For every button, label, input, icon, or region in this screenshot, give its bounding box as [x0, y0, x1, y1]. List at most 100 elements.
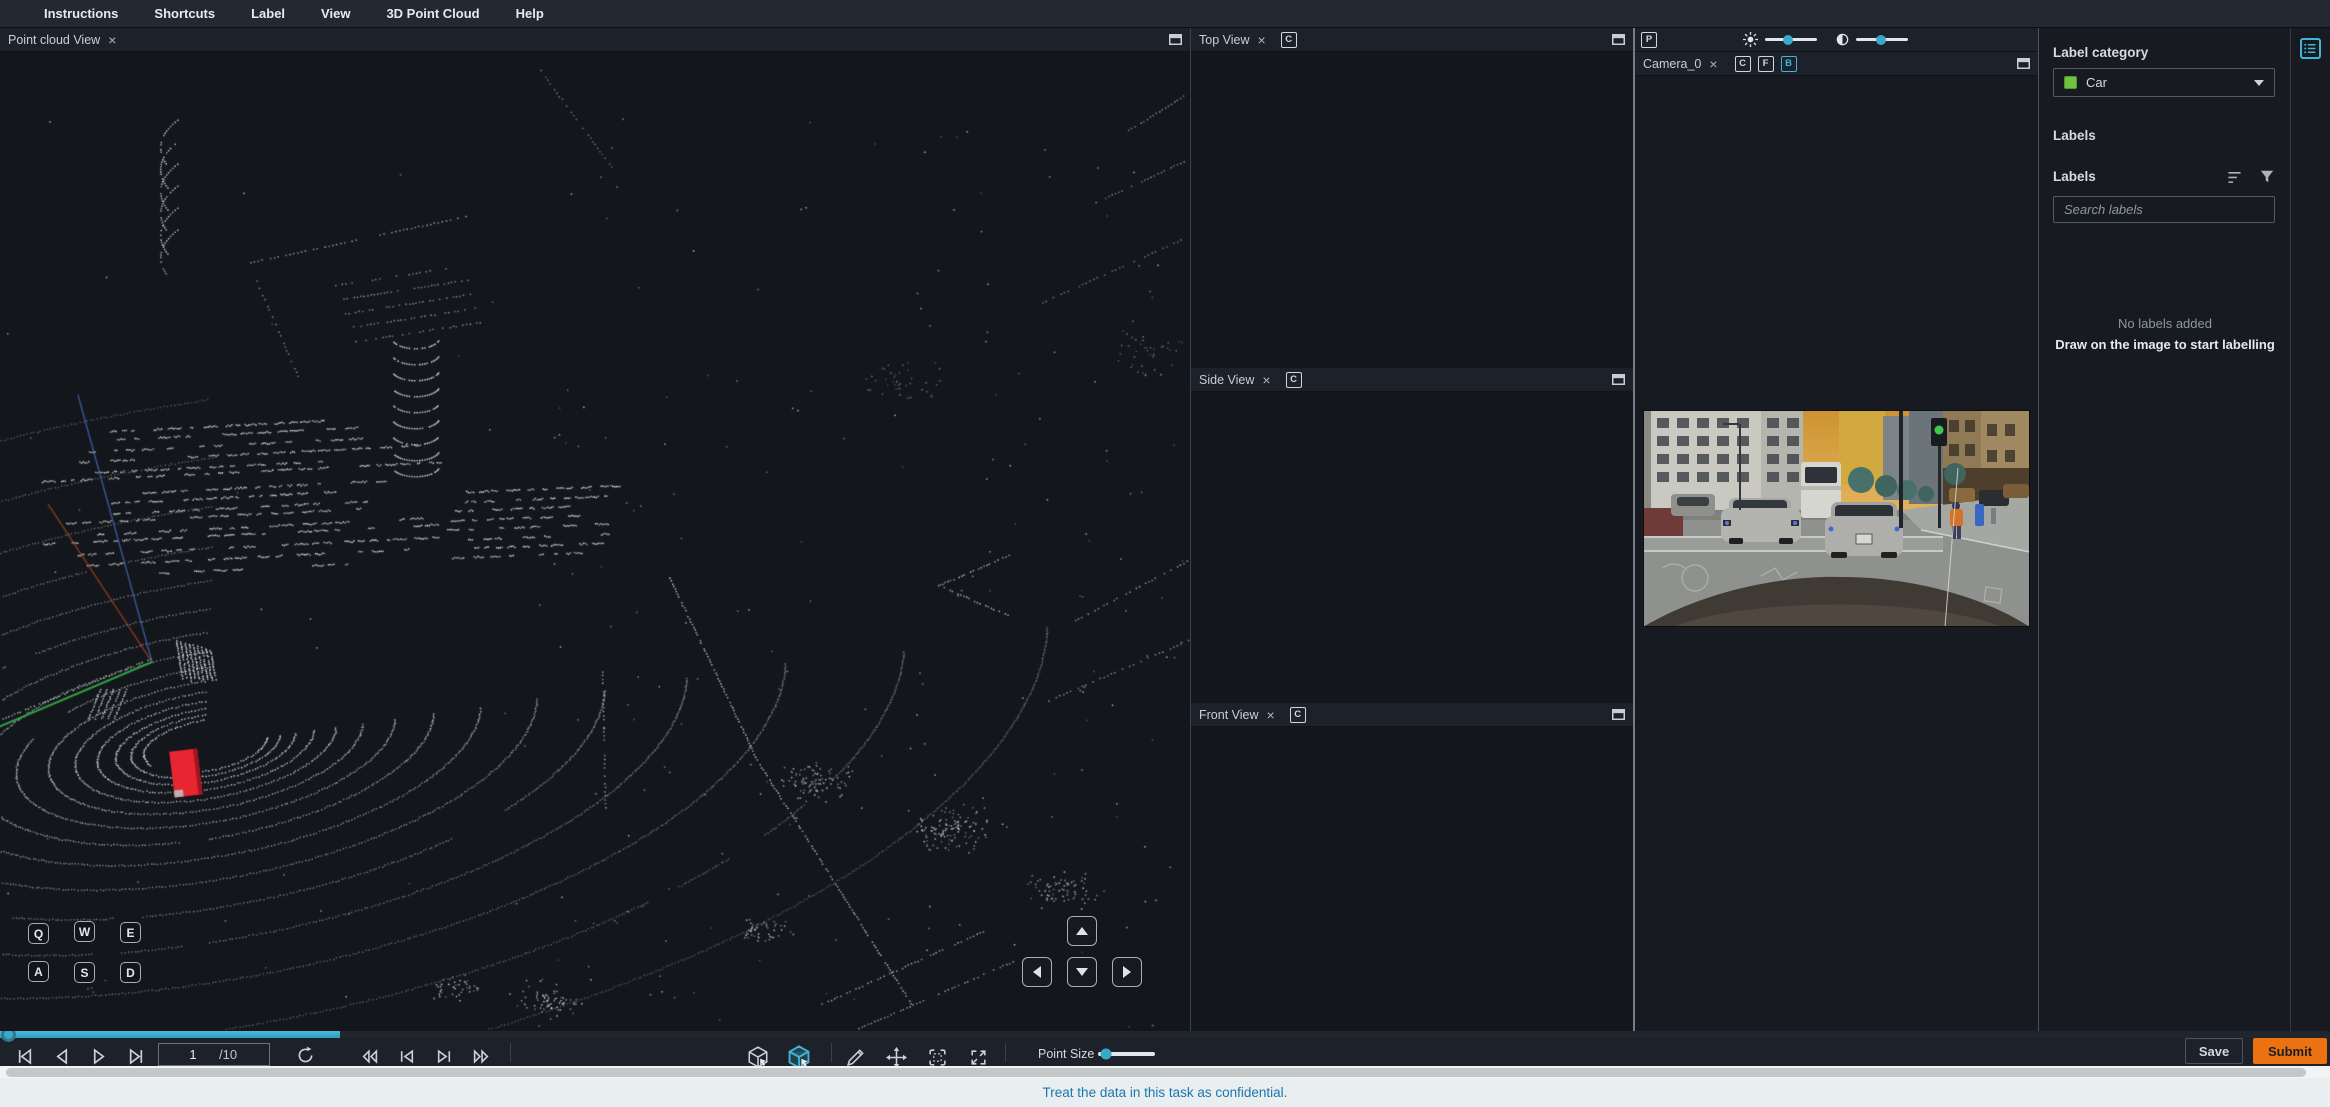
- top-view-camera-button[interactable]: C: [1280, 31, 1297, 48]
- cuboid-select-tool-button[interactable]: [746, 1045, 770, 1066]
- label-sidebar: Label category Car Labels Labels No labe…: [2038, 28, 2330, 1031]
- close-icon[interactable]: ×: [1709, 57, 1717, 71]
- brightness-slider-thumb[interactable]: [1783, 34, 1794, 45]
- move-tool-button[interactable]: [886, 1047, 907, 1066]
- bottom-toolbar: /10 Point Size: [0, 1031, 2330, 1066]
- skip-to-last-frame-button[interactable]: [126, 1048, 146, 1065]
- reframe-tool-button[interactable]: [927, 1047, 948, 1066]
- menu-shortcuts[interactable]: Shortcuts: [154, 6, 215, 21]
- front-view-panel: Front View × C: [1191, 703, 1633, 1031]
- horizontal-scrollbar[interactable]: [0, 1066, 2330, 1078]
- point-cloud-title: Point cloud View: [8, 32, 101, 47]
- close-icon[interactable]: ×: [1267, 708, 1275, 722]
- frame-seek-bar[interactable]: [0, 1031, 2330, 1042]
- skip-to-first-frame-button[interactable]: [15, 1048, 35, 1065]
- key-w[interactable]: W: [74, 921, 95, 942]
- empty-state-title: No labels added: [2118, 316, 2212, 331]
- right-arrow-icon: [1123, 966, 1131, 978]
- fullscreen-tool-button[interactable]: [968, 1047, 989, 1066]
- label-category-dropdown[interactable]: Car: [2053, 68, 2275, 97]
- horizontal-scrollbar-thumb[interactable]: [6, 1067, 2306, 1077]
- camera-b-button[interactable]: B: [1780, 55, 1797, 72]
- label-sidebar-content: Label category Car Labels Labels No labe…: [2039, 28, 2291, 1031]
- labels-panel-toggle-button[interactable]: [2300, 38, 2321, 59]
- projection-button[interactable]: P: [1641, 31, 1657, 48]
- maximize-icon[interactable]: [1612, 709, 1625, 720]
- point-size-slider[interactable]: [1098, 1048, 1155, 1060]
- rewind-button[interactable]: [360, 1048, 380, 1065]
- confidential-message: Treat the data in this task as confident…: [1042, 1085, 1288, 1100]
- close-icon[interactable]: ×: [108, 33, 116, 47]
- contrast-slider[interactable]: [1856, 34, 1908, 45]
- edit-tool-button[interactable]: [845, 1047, 866, 1066]
- side-view-camera-button[interactable]: C: [1285, 371, 1302, 388]
- brightness-slider[interactable]: [1765, 34, 1817, 45]
- toolbar-divider: [510, 1043, 511, 1062]
- pan-up-button[interactable]: [1067, 916, 1097, 946]
- close-icon[interactable]: ×: [1262, 373, 1270, 387]
- side-view-title: Side View: [1199, 372, 1255, 387]
- pan-down-button[interactable]: [1067, 957, 1097, 987]
- menu-view[interactable]: View: [321, 6, 350, 21]
- previous-frame-button[interactable]: [397, 1048, 417, 1065]
- key-a[interactable]: A: [28, 961, 49, 982]
- camera-controls-row: P: [1635, 28, 2038, 52]
- frame-input[interactable]: [167, 1046, 219, 1063]
- camera-viewport[interactable]: [1635, 76, 2038, 1031]
- cuboid-draw-tool-button[interactable]: [786, 1044, 812, 1066]
- labels-empty-state: No labels added Draw on the image to sta…: [2039, 316, 2291, 352]
- contrast-slider-thumb[interactable]: [1875, 34, 1886, 45]
- front-view-header: Front View × C: [1191, 703, 1633, 727]
- label-category-heading: Label category: [2053, 45, 2149, 60]
- confidential-footer: Treat the data in this task as confident…: [0, 1078, 2330, 1107]
- key-q[interactable]: Q: [28, 923, 49, 944]
- key-d[interactable]: D: [120, 962, 141, 983]
- menu-label[interactable]: Label: [251, 6, 285, 21]
- pan-left-button[interactable]: [1022, 957, 1052, 987]
- save-button[interactable]: Save: [2185, 1038, 2243, 1064]
- point-cloud-panel: Point cloud View × Q W E A S D: [0, 28, 1190, 1031]
- play-button[interactable]: [89, 1048, 109, 1065]
- camera-image[interactable]: [1643, 410, 2031, 628]
- point-cloud-canvas[interactable]: [0, 52, 1190, 1031]
- front-view-viewport[interactable]: [1191, 727, 1633, 1031]
- side-view-viewport[interactable]: [1191, 392, 1633, 703]
- submit-button[interactable]: Submit: [2253, 1038, 2327, 1064]
- point-size-slider-thumb[interactable]: [1100, 1048, 1112, 1060]
- pan-right-button[interactable]: [1112, 957, 1142, 987]
- loop-icon[interactable]: [296, 1046, 315, 1065]
- frame-total: /10: [219, 1047, 238, 1062]
- next-frame-button[interactable]: [434, 1048, 454, 1065]
- point-cloud-header: Point cloud View ×: [0, 28, 1190, 52]
- maximize-icon[interactable]: [1612, 34, 1625, 45]
- maximize-icon[interactable]: [1612, 374, 1625, 385]
- point-cloud-viewport[interactable]: Q W E A S D: [0, 52, 1190, 1031]
- maximize-icon[interactable]: [2017, 58, 2030, 69]
- frame-progress-fill: [0, 1031, 340, 1038]
- menu-help[interactable]: Help: [516, 6, 544, 21]
- frame-seek-thumb[interactable]: [1, 1031, 16, 1042]
- frame-counter: /10: [158, 1043, 270, 1066]
- fast-forward-button[interactable]: [471, 1048, 491, 1065]
- menu-3d-point-cloud[interactable]: 3D Point Cloud: [386, 6, 479, 21]
- camera-c-button[interactable]: C: [1734, 55, 1751, 72]
- step-back-button[interactable]: [52, 1048, 72, 1065]
- contrast-icon: [1835, 32, 1850, 47]
- key-e[interactable]: E: [120, 922, 141, 943]
- sort-icon[interactable]: [2226, 170, 2243, 184]
- top-view-title: Top View: [1199, 32, 1250, 47]
- chevron-down-icon: [2254, 79, 2264, 86]
- key-s[interactable]: S: [74, 962, 95, 983]
- filter-icon[interactable]: [2259, 169, 2275, 184]
- camera-f-button[interactable]: F: [1757, 55, 1774, 72]
- top-view-viewport[interactable]: [1191, 52, 1633, 368]
- menu-instructions[interactable]: Instructions: [44, 6, 118, 21]
- maximize-icon[interactable]: [1169, 34, 1182, 45]
- front-view-camera-button[interactable]: C: [1289, 706, 1306, 723]
- point-size-label: Point Size: [1038, 1047, 1095, 1061]
- search-labels-input[interactable]: [2053, 196, 2275, 223]
- category-color-swatch: [2064, 76, 2077, 89]
- side-view-header: Side View × C: [1191, 368, 1633, 392]
- camera-title: Camera_0: [1643, 56, 1702, 71]
- close-icon[interactable]: ×: [1258, 33, 1266, 47]
